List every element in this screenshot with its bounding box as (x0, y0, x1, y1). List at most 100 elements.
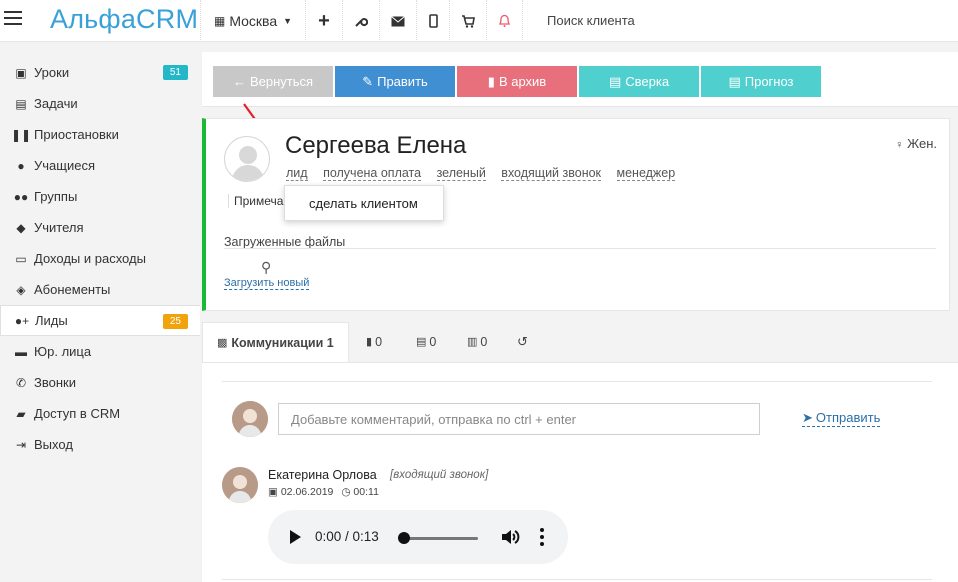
make-client-option[interactable]: сделать клиентом (309, 196, 418, 211)
sidebar-item-label: Группы (34, 189, 78, 204)
sidebar-item-label: Абонементы (34, 282, 111, 297)
comment-author[interactable]: Екатерина Орлова (268, 468, 377, 482)
sidebar-item-legal-entities[interactable]: ▬ Юр. лица (0, 336, 200, 367)
archive-label: В архив (498, 74, 547, 89)
briefcase-icon: ▬ (15, 344, 27, 359)
user-plus-icon: ●+ (14, 313, 30, 328)
comment-placeholder: Добавьте комментарий, отправка по ctrl +… (291, 412, 577, 427)
tab-history[interactable]: ↺ (517, 322, 528, 361)
paper-plane-icon: ➤ (802, 410, 813, 425)
tag-lead[interactable]: лид (286, 166, 308, 181)
paperclip-icon: ⚲ (261, 259, 272, 275)
archive-button[interactable]: ▮ В архив (457, 66, 577, 97)
upload-new-link[interactable]: Загрузить новый (224, 277, 310, 290)
note-label: Примечан (228, 194, 290, 208)
sidebar-item-label: Приостановки (34, 127, 119, 142)
sidebar-item-groups[interactable]: ●● Группы (0, 181, 200, 212)
lock-icon: ▰ (16, 406, 26, 421)
mobile-icon[interactable] (416, 0, 449, 42)
sidebar-item-label: Учителя (34, 220, 84, 235)
sidebar-item-lessons[interactable]: ▣ Уроки 51 (0, 57, 200, 88)
audio-player[interactable]: 0:00 / 0:13 (268, 510, 568, 564)
sidebar-item-label: Доходы и расходы (34, 251, 146, 266)
lessons-count-badge: 51 (162, 65, 188, 80)
comment-input[interactable]: Добавьте комментарий, отправка по ctrl +… (278, 403, 760, 435)
sidebar-item-label: Лиды (35, 313, 68, 328)
divider (222, 381, 932, 382)
comments-icon: ▩ (217, 337, 228, 349)
edit-button[interactable]: ✎ Править (335, 66, 455, 97)
audio-time: 0:00 / 0:13 (315, 529, 379, 544)
play-icon[interactable] (290, 530, 301, 544)
back-button[interactable]: ← Вернуться (213, 66, 333, 97)
divider (224, 248, 936, 249)
clipboard-icon: ▤ (15, 96, 27, 111)
arrow-left-icon: ← (232, 74, 246, 89)
lead-profile-card: Сергеева Елена ♀ Жен. лид получена оплат… (202, 118, 950, 311)
forecast-button[interactable]: ▤ Прогноз (701, 66, 821, 97)
city-selector[interactable]: ▦ Москва ▼ (200, 0, 305, 42)
tab-tasks[interactable]: ▤ 0 (416, 322, 436, 361)
uploaded-files-title: Загруженные файлы (224, 235, 346, 249)
bell-icon[interactable] (486, 0, 523, 42)
building-icon: ▦ (213, 14, 226, 28)
sidebar-item-label: Доступ в CRM (34, 406, 121, 421)
clock-icon: ◷ (341, 486, 351, 498)
reconcile-button[interactable]: ▤ Сверка (579, 66, 699, 97)
sidebar-item-label: Учащиеся (34, 158, 95, 173)
sidebar-item-logout[interactable]: ⇥ Выход (0, 429, 200, 460)
edit-label: Править (377, 74, 428, 89)
divider (222, 579, 932, 580)
client-search-input[interactable]: Поиск клиента (547, 13, 635, 28)
tab-communications[interactable]: ▩ Коммуникации 1 (202, 322, 349, 362)
gender-value: Жен. (907, 136, 937, 151)
sidebar-item-students[interactable]: ● Учащиеся (0, 150, 200, 181)
volume-icon[interactable] (500, 527, 520, 552)
action-toolbar: ← Вернуться ✎ Править ▮ В архив ▤ Сверка ▤ Пр… (202, 52, 958, 107)
graduation-cap-icon: ◆ (16, 220, 26, 235)
sidebar-item-calls[interactable]: ✆ Звонки (0, 367, 200, 398)
tab-label: 0 (375, 334, 383, 349)
history-icon: ↺ (517, 333, 528, 349)
tag-incoming-call[interactable]: входящий звонок (501, 166, 602, 181)
send-button[interactable]: ➤ Отправить (802, 410, 881, 427)
audio-progress-thumb[interactable] (398, 532, 410, 544)
sidebar-item-tasks[interactable]: ▤ Задачи (0, 88, 200, 119)
forecast-label: Прогноз (744, 74, 794, 89)
sidebar-item-crm-access[interactable]: ▰ Доступ в CRM (0, 398, 200, 429)
envelope-icon[interactable] (379, 0, 416, 42)
more-options-icon[interactable] (540, 528, 544, 546)
current-user-avatar (232, 401, 268, 437)
comment-type: [входящий звонок] (390, 469, 489, 481)
app-logo[interactable]: АльфаCRM (50, 4, 198, 35)
tag-green[interactable]: зеленый (436, 166, 486, 181)
wrench-icon[interactable] (342, 0, 379, 42)
reconcile-label: Сверка (625, 74, 670, 89)
sidebar-item-teachers[interactable]: ◆ Учителя (0, 212, 200, 243)
sidebar-item-label: Уроки (34, 65, 70, 80)
tab-label: Коммуникации 1 (231, 335, 334, 350)
main-content: ← Вернуться ✎ Править ▮ В архив ▤ Сверка ▤ Пр… (202, 42, 958, 582)
bookmark-icon: ▮ (366, 336, 373, 348)
audio-progress-bar[interactable] (402, 537, 478, 540)
cart-icon[interactable] (449, 0, 486, 42)
tag-manager[interactable]: менеджер (616, 166, 676, 181)
comment-date: 02.06.2019 (280, 486, 334, 498)
tag-payment-received[interactable]: получена оплата (323, 166, 422, 181)
tab-stats[interactable]: ▥ 0 (467, 322, 487, 361)
lead-name: Сергеева Елена (285, 132, 467, 159)
menu-icon[interactable] (4, 11, 22, 25)
clipboard-icon: ▤ (416, 336, 427, 348)
plus-icon[interactable]: + (305, 0, 342, 42)
money-icon: ▭ (15, 251, 27, 266)
sidebar-item-leads[interactable]: ●+ Лиды 25 (0, 305, 200, 336)
tab-bookmarks[interactable]: ▮ 0 (366, 322, 382, 361)
sidebar-item-suspensions[interactable]: ❚❚ Приостановки (0, 119, 200, 150)
user-icon: ● (17, 158, 25, 173)
sidebar-item-finance[interactable]: ▭ Доходы и расходы (0, 243, 200, 274)
communications-panel: Добавьте комментарий, отправка по ctrl +… (202, 362, 958, 582)
file-icon: ▤ (608, 73, 622, 89)
sidebar-item-subscriptions[interactable]: ◈ Абонементы (0, 274, 200, 305)
users-icon: ●● (13, 189, 29, 204)
sidebar-item-label: Задачи (34, 96, 78, 111)
